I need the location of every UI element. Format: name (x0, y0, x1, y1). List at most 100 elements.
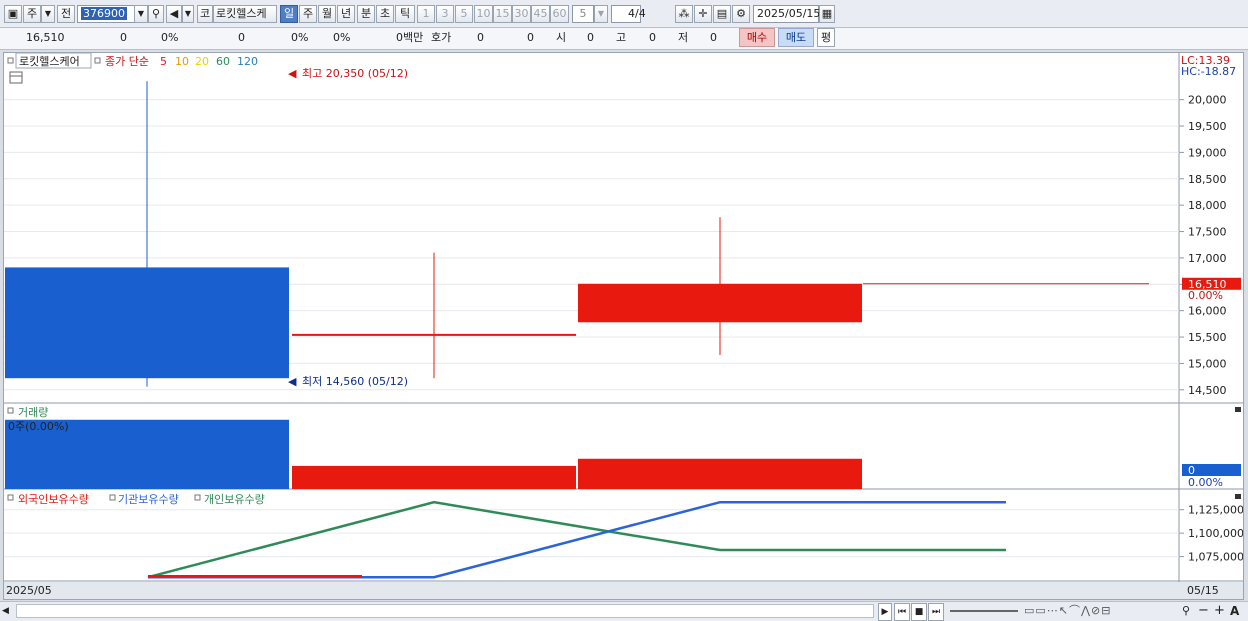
prefix-button[interactable]: 전 (57, 5, 75, 23)
page-indicator: 4/4 (628, 7, 646, 20)
window-icon[interactable]: ▣ (4, 5, 22, 23)
hoga-value-2: 0 (527, 31, 534, 44)
speaker-dropdown-icon[interactable]: ▼ (182, 5, 194, 23)
market-button[interactable]: 코 (197, 5, 213, 23)
chart-area[interactable]: 20,000 19,500 19,000 18,500 18,000 17,500 17,0… (3, 52, 1244, 600)
price-tick-label: 15,000 (1188, 357, 1227, 370)
buy-button[interactable]: 매수 (739, 28, 775, 47)
legend-label-main: 종가 단순 (105, 55, 149, 68)
price-tick-label: 18,000 (1188, 199, 1227, 212)
period-second-tab[interactable]: 초 (376, 5, 394, 23)
price-tick-label: 14,500 (1188, 384, 1227, 397)
candle-body (292, 333, 576, 336)
max-annotation: 최고 20,350 (05/12) (302, 67, 408, 80)
stock-name-field[interactable]: 로킷헬스케 (213, 5, 277, 23)
font-size-icon[interactable]: A (1230, 603, 1244, 619)
interval-60[interactable]: 60 (550, 5, 569, 23)
legend-foreign: 외국인보유수량 (18, 493, 89, 506)
price-tick-label: 15,500 (1188, 331, 1227, 344)
search-icon[interactable]: ⚲ (148, 5, 164, 23)
legend-ma-10: 10 (175, 55, 189, 68)
stock-code-input[interactable]: 376900 (77, 5, 135, 23)
period-tick-tab[interactable]: 틱 (395, 5, 415, 23)
zoom-in-icon[interactable]: + (1214, 603, 1228, 619)
quote-change-pct: 0% (161, 31, 179, 44)
holdings-line-institution (148, 500, 1006, 579)
quote-volume: 0 (238, 31, 245, 44)
volume-pane-close-icon (1235, 407, 1241, 412)
stock-title: 로킷헬스케어 (19, 55, 80, 68)
x-axis-end-label: 05/15 (1187, 584, 1219, 597)
stop-icon[interactable]: ■ (911, 603, 927, 621)
count-dropdown-icon[interactable]: ▼ (594, 5, 608, 23)
volume-bar (292, 465, 576, 489)
avg-button[interactable]: 평 (817, 28, 835, 47)
interval-3[interactable]: 3 (436, 5, 454, 23)
period-day-tab[interactable]: 일 (280, 5, 298, 23)
x-axis-start-label: 2025/05 (6, 584, 52, 597)
mode-button[interactable]: 주 (23, 5, 41, 23)
zoom-slider[interactable] (950, 610, 1018, 612)
volume-pane-handle-icon (7, 407, 14, 414)
rewind-icon[interactable]: ⏮ (894, 603, 910, 621)
interval-1[interactable]: 1 (417, 5, 435, 23)
sell-button[interactable]: 매도 (778, 28, 814, 47)
count-input[interactable]: 5 (572, 5, 594, 23)
low-value: 0 (710, 31, 717, 44)
hc-label: HC:-18.87 (1181, 65, 1236, 78)
zoom-out-icon[interactable]: − (1198, 603, 1212, 619)
legend-individual: 개인보유수량 (204, 493, 265, 506)
candle-body (578, 283, 862, 323)
speaker-icon[interactable]: ◀ (166, 5, 182, 23)
interval-10[interactable]: 10 (474, 5, 493, 23)
volume-title: 거래량 (18, 406, 48, 419)
price-tick-label: 16,000 (1188, 305, 1227, 318)
period-year-tab[interactable]: 년 (337, 5, 355, 23)
price-tick-label: 20,000 (1188, 94, 1227, 107)
stock-chart-svg[interactable]: 20,000 19,500 19,000 18,500 18,000 17,500 17,0… (4, 52, 1244, 599)
last-price-pct-label: 0.00% (1188, 289, 1223, 302)
mode-dropdown-icon[interactable]: ▼ (41, 5, 55, 23)
settings-gear-icon[interactable]: ⚙ (732, 5, 750, 23)
period-week-tab[interactable]: 주 (299, 5, 317, 23)
interval-45[interactable]: 45 (531, 5, 550, 23)
holdings-tick-label: 1,075,000 (1188, 551, 1243, 564)
quote-price: 16,510 (26, 31, 65, 44)
interval-30[interactable]: 30 (512, 5, 531, 23)
high-label: 고 (616, 31, 627, 44)
interval-15[interactable]: 15 (493, 5, 512, 23)
max-arrow-icon: ◀ (288, 67, 297, 80)
crosshair-icon[interactable]: ✛ (694, 5, 712, 23)
save-icon[interactable]: ▤ (713, 5, 731, 23)
price-pane-handle-icon (7, 57, 14, 64)
legend-handle-icon (94, 57, 101, 64)
price-tick-label: 19,500 (1188, 120, 1227, 133)
period-month-tab[interactable]: 월 (318, 5, 336, 23)
price-tick-label: 19,000 (1188, 146, 1227, 159)
code-dropdown-icon[interactable]: ▼ (134, 5, 148, 23)
open-value: 0 (587, 31, 594, 44)
quote-volume-pct: 0% (291, 31, 309, 44)
table-toggle-icon (9, 71, 23, 84)
date-input[interactable]: 2025/05/15 (753, 5, 820, 23)
interval-5[interactable]: 5 (455, 5, 473, 23)
chart-type-icon[interactable]: ⁂ (675, 5, 693, 23)
holdings-pane-close-icon (1235, 494, 1241, 499)
quote-amount: 0백만 (396, 31, 424, 44)
horizontal-scrollbar[interactable] (16, 604, 874, 618)
volume-last-pct-label: 0.00% (1188, 476, 1223, 489)
holdings-legend-handle-3 (194, 494, 201, 501)
drawing-tools-icon[interactable]: ▭▭⋯↖⌒⋀⊘⊟ (1024, 603, 1184, 619)
price-tick-label: 17,000 (1188, 252, 1227, 265)
fast-forward-icon[interactable]: ⏭ (928, 603, 944, 621)
hoga-label: 호가 (431, 31, 452, 44)
legend-ma-120: 120 (237, 55, 258, 68)
scroll-right-icon[interactable]: ▶ (878, 603, 892, 621)
scroll-left-icon[interactable]: ◀ (2, 604, 14, 618)
quote-bar: 16,510 0 0% 0 0% 0% 0백만 호가 0 0 시 0 고 0 저… (0, 28, 1248, 50)
calendar-icon[interactable]: ▦ (819, 5, 835, 23)
period-minute-tab[interactable]: 분 (357, 5, 375, 23)
price-tick-label: 17,500 (1188, 226, 1227, 239)
zoom-search-icon[interactable]: ⚲ (1182, 603, 1196, 619)
legend-ma-60: 60 (216, 55, 230, 68)
